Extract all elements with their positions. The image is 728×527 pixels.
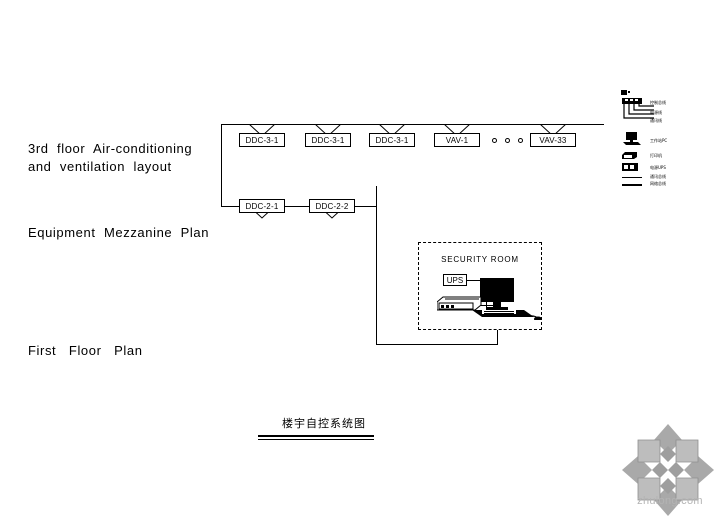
legend-label-workstation: 工作站PC bbox=[650, 138, 668, 143]
printer-cable bbox=[481, 305, 493, 306]
zhulong-watermark-text: zhulong.com bbox=[637, 495, 703, 507]
ellipsis-dot bbox=[518, 138, 523, 143]
plan-label-first-floor: First Floor Plan bbox=[28, 343, 143, 358]
device-box-label: DDC-3-1 bbox=[375, 135, 409, 145]
ellipsis-dot bbox=[492, 138, 497, 143]
drawing-canvas: 3rd floor Air-conditioning and ventilati… bbox=[0, 0, 728, 527]
legend-label-printer: 打印机 bbox=[650, 153, 662, 158]
device-box-ddc-2-1[interactable]: DDC-2-1 bbox=[239, 199, 285, 213]
bus-line-mezz-right-corner bbox=[376, 186, 377, 206]
diagram-title-rule-thick bbox=[258, 435, 374, 437]
diagram-title-rule-thin bbox=[258, 439, 374, 440]
device-box-ddc-2-2[interactable]: DDC-2-2 bbox=[309, 199, 355, 213]
security-room-title: SECURITY ROOM bbox=[441, 255, 519, 264]
plan-label-mezzanine: Equipment Mezzanine Plan bbox=[28, 225, 210, 240]
bus-line-first-floor-trunk bbox=[376, 344, 497, 345]
legend-ups-icon bbox=[622, 163, 638, 171]
ellipsis-dots bbox=[492, 138, 523, 143]
device-box-vav-33[interactable]: VAV-33 bbox=[530, 133, 576, 147]
device-box-label: DDC-2-2 bbox=[315, 201, 349, 211]
ups-label: UPS bbox=[446, 275, 464, 285]
device-box-ddc-3-1-a[interactable]: DDC-3-1 bbox=[239, 133, 285, 147]
legend-printer-icon bbox=[622, 152, 637, 159]
legend-label-line1: 通讯总线 bbox=[650, 174, 666, 179]
legend-line-swatch-2 bbox=[622, 184, 642, 186]
device-box-vav-1[interactable]: VAV-1 bbox=[434, 133, 480, 147]
device-box-label: DDC-2-1 bbox=[245, 201, 279, 211]
diagram-title: 楼宇自控系统图 bbox=[282, 417, 366, 430]
device-box-label: VAV-1 bbox=[445, 135, 469, 145]
device-box-label: DDC-3-1 bbox=[311, 135, 345, 145]
device-box-label: VAV-33 bbox=[539, 135, 567, 145]
legend-label-bus-bot: 通讯线 bbox=[650, 118, 662, 123]
device-box-ddc-3-1-c[interactable]: DDC-3-1 bbox=[369, 133, 415, 147]
legend-label-ups: 电源UPS bbox=[650, 165, 666, 170]
device-box-ddc-3-1-b[interactable]: DDC-3-1 bbox=[305, 133, 351, 147]
legend-workstation-icon bbox=[623, 132, 641, 145]
legend-label-bus-mid: 电源线 bbox=[650, 110, 662, 115]
printer-icon[interactable] bbox=[437, 296, 485, 312]
ups-box[interactable]: UPS bbox=[443, 274, 467, 286]
legend-label-bus-top: 控制总线 bbox=[650, 100, 666, 105]
device-box-label: DDC-3-1 bbox=[245, 135, 279, 145]
legend-label-line2: 网络总线 bbox=[650, 181, 666, 186]
plan-label-floor3: 3rd floor Air-conditioning and ventilati… bbox=[28, 141, 193, 174]
legend-line-swatch-1 bbox=[622, 177, 642, 178]
ellipsis-dot bbox=[505, 138, 510, 143]
